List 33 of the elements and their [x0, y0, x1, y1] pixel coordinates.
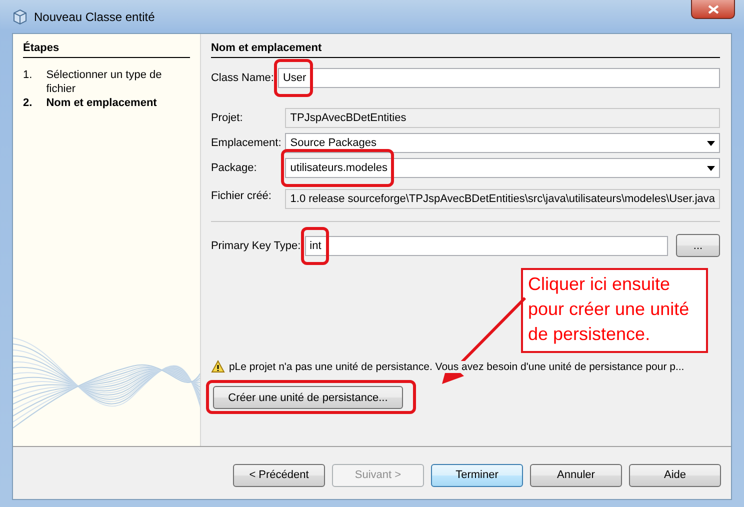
field-label: Class Name: — [210, 72, 274, 84]
field-label: Primary Key Type: — [210, 240, 301, 252]
field-label: Package: — [210, 162, 258, 174]
create-persistence-button[interactable]: Créer une unité de persistance... — [212, 386, 403, 409]
dropdown-field[interactable]: Source Packages — [285, 133, 720, 153]
step-label: Sélectionner un type de fichier — [46, 68, 163, 96]
window-title: Nouveau Classe entité — [34, 10, 155, 24]
warning-icon — [210, 360, 225, 373]
field-label: Projet: — [210, 112, 244, 124]
close-icon[interactable] — [708, 4, 718, 14]
step-label: Nom et emplacement — [46, 96, 157, 110]
steps-heading: Étapes — [23, 42, 190, 58]
annotation-callout: Cliquer ici ensuite pour créer une unité de persistence. — [521, 268, 708, 353]
wizard-button[interactable]: Terminer — [431, 464, 523, 486]
step-number: 2. — [23, 96, 32, 110]
input-field[interactable]: int — [304, 236, 668, 256]
section-heading: Nom et emplacement — [210, 42, 720, 58]
wizard-button[interactable]: Annuler — [530, 464, 622, 486]
input-field: TPJspAvecBDetEntities — [285, 108, 720, 128]
warning-message: pLe projet n'a pas une unité de persistance. Vous avez besoin d'une unité de persistance pour p... — [228, 360, 684, 372]
close-button[interactable] — [691, 0, 735, 19]
step-number: 1. — [23, 68, 32, 83]
field-label: Emplacement: — [210, 137, 282, 149]
field-label: Fichier créé: — [210, 190, 272, 202]
input-field[interactable]: User — [278, 68, 720, 88]
dropdown-arrow-icon[interactable] — [707, 140, 715, 146]
wizard-button[interactable]: < Précédent — [233, 464, 325, 486]
dropdown-field[interactable]: utilisateurs.modeles — [285, 158, 720, 178]
browse-button[interactable]: ... — [676, 234, 720, 257]
cube-icon — [12, 8, 28, 24]
input-field: 1.0 release sourceforge\TPJspAvecBDetEntities\src\java\utilisateurs\modeles\User.java — [285, 189, 720, 209]
dropdown-arrow-icon[interactable] — [707, 166, 715, 170]
wizard-button[interactable]: Aide — [629, 464, 721, 486]
